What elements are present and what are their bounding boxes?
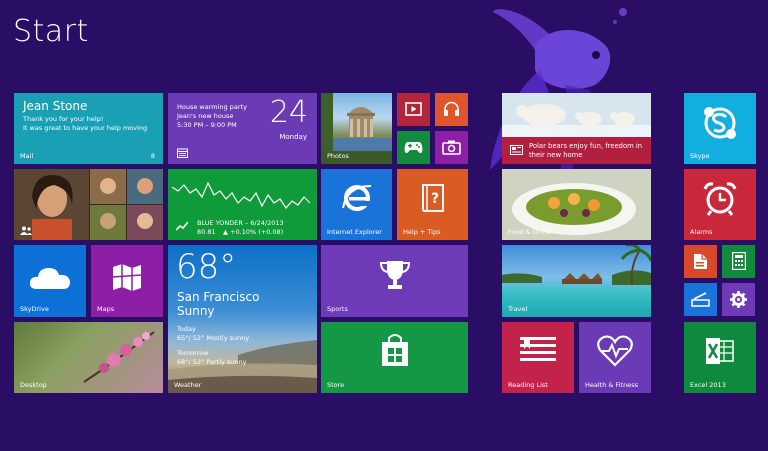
weather-label: Weather	[174, 381, 202, 389]
polar-bears-image	[502, 93, 651, 137]
gear-icon	[730, 291, 747, 308]
tile-travel[interactable]: Travel	[502, 245, 651, 317]
calculator-icon	[732, 252, 746, 270]
maps-label: Maps	[97, 305, 115, 313]
start-title: Start	[13, 14, 89, 49]
tile-help-tips[interactable]: ? Help + Tips	[397, 169, 468, 240]
heart-icon	[597, 335, 633, 367]
weather-tomorrow-forecast: 68°/ 52° Partly sunny	[177, 358, 247, 366]
tile-people[interactable]	[14, 169, 163, 240]
help-book-icon: ?	[422, 184, 444, 212]
mail-preview-line2: It was great to have your help moving	[23, 124, 148, 132]
weather-today-forecast: 65°/ 52° Mostly sunny	[177, 334, 250, 342]
sports-label: Sports	[327, 305, 348, 313]
news-headline-line2: their new home	[529, 151, 583, 159]
people-icon	[20, 226, 32, 235]
tile-scan[interactable]	[684, 283, 717, 316]
tile-pc-settings[interactable]	[722, 283, 755, 316]
tile-desktop[interactable]: Desktop	[14, 322, 163, 393]
tile-weather[interactable]: 68° San Francisco Sunny Today 65°/ 52° M…	[168, 245, 317, 393]
ie-label: Internet Explorer	[327, 228, 382, 236]
finance-value: 80.81	[197, 228, 216, 236]
tile-reader[interactable]	[684, 245, 717, 278]
headphones-icon	[444, 101, 459, 116]
tile-skydrive[interactable]: SkyDrive	[14, 245, 86, 317]
excel-icon	[706, 338, 734, 364]
tile-music[interactable]	[435, 93, 468, 126]
people-photo-collage	[14, 169, 163, 240]
weather-condition: Sunny	[177, 304, 215, 318]
store-bag-icon	[382, 334, 408, 366]
tile-mail[interactable]: Jean Stone Thank you for your help! It w…	[14, 93, 163, 164]
photos-label: Photos	[327, 152, 349, 160]
tile-calendar[interactable]: House warming party Jean's new house 5:3…	[168, 93, 317, 164]
map-icon	[112, 264, 142, 291]
tile-camera[interactable]	[435, 131, 468, 164]
calendar-day-name: Monday	[279, 133, 307, 141]
trophy-icon	[379, 261, 411, 289]
cloud-icon	[29, 268, 70, 289]
internet-explorer-icon	[342, 185, 372, 211]
video-icon	[405, 102, 422, 116]
calendar-event: House warming party	[177, 103, 247, 111]
mail-label: Mail	[20, 152, 34, 160]
alarms-label: Alarms	[690, 228, 713, 236]
scanner-icon	[691, 292, 710, 307]
mail-preview-line1: Thank you for your help!	[23, 115, 104, 123]
tile-calculator[interactable]	[722, 245, 755, 278]
tile-maps[interactable]: Maps	[91, 245, 163, 317]
tile-photos[interactable]: Photos	[321, 93, 392, 164]
news-headline-line1: Polar bears enjoy fun, freedom in	[529, 142, 643, 150]
camera-icon	[442, 140, 461, 155]
travel-label: Travel	[508, 305, 528, 313]
food-label: Food & Drink	[508, 228, 551, 236]
tile-reading-list[interactable]: Reading List	[502, 322, 574, 393]
weather-city: San Francisco	[177, 290, 260, 304]
health-label: Health & Fitness	[585, 381, 639, 389]
skype-label: Skype	[690, 152, 710, 160]
tile-alarms[interactable]: Alarms	[684, 169, 756, 240]
store-label: Store	[327, 381, 345, 389]
reading-list-icon	[520, 337, 556, 361]
calendar-day-number: 24	[269, 95, 308, 130]
finance-chart-icon	[176, 221, 188, 231]
excel-label: Excel 2013	[690, 381, 726, 389]
tile-internet-explorer[interactable]: Internet Explorer	[321, 169, 392, 240]
calendar-icon	[177, 148, 188, 158]
tile-games[interactable]	[397, 131, 430, 164]
game-controller-icon	[404, 142, 423, 154]
calendar-location: Jean's new house	[177, 112, 234, 120]
skydrive-label: SkyDrive	[20, 305, 49, 313]
mail-count: 8	[150, 152, 155, 160]
reader-icon	[694, 254, 707, 269]
news-icon	[510, 145, 523, 155]
alarm-clock-icon	[703, 182, 737, 216]
calendar-time: 5:30 PM – 9:00 PM	[177, 121, 237, 129]
help-label: Help + Tips	[403, 228, 441, 236]
tile-finance[interactable]: BLUE YONDER – 6/24/2013 80.81 ▲ +0.10% (…	[168, 169, 317, 240]
tile-food-drink[interactable]: Food & Drink	[502, 169, 651, 240]
weather-today-label: Today	[177, 325, 196, 333]
mail-sender: Jean Stone	[23, 99, 88, 113]
finance-line-graph	[171, 181, 311, 209]
finance-ticker: BLUE YONDER – 6/24/2013	[197, 219, 284, 227]
svg-text:?: ?	[431, 191, 439, 207]
tile-store[interactable]: Store	[321, 322, 468, 393]
weather-tomorrow-label: Tomorrow	[177, 349, 209, 357]
skype-icon	[704, 107, 736, 139]
weather-temperature: 68°	[176, 247, 237, 287]
finance-change: ▲ +0.10% (+0.08)	[223, 228, 284, 236]
tile-skype[interactable]: Skype	[684, 93, 756, 164]
tile-video[interactable]	[397, 93, 430, 126]
tile-health-fitness[interactable]: Health & Fitness	[579, 322, 651, 393]
tile-sports[interactable]: Sports	[321, 245, 468, 317]
tile-excel[interactable]: Excel 2013	[684, 322, 756, 393]
desktop-label: Desktop	[20, 381, 47, 389]
reading-list-label: Reading List	[508, 381, 548, 389]
tile-news[interactable]: Polar bears enjoy fun, freedom in their …	[502, 93, 651, 164]
